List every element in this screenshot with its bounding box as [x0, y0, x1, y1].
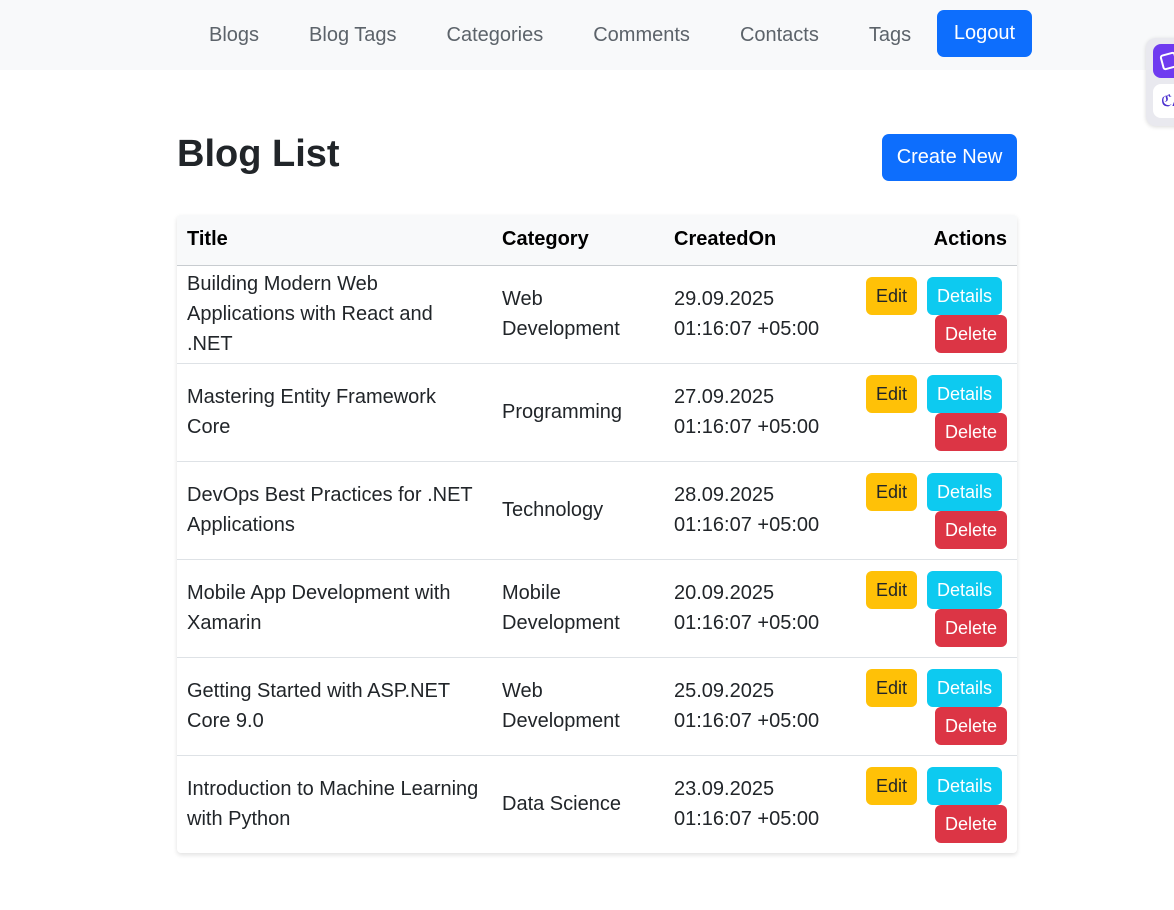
cell-actions: Edit Details Delete	[844, 265, 1017, 363]
cell-title: Getting Started with ASP.NET Core 9.0	[187, 680, 450, 732]
table-row: Introduction to Machine Learning with Py…	[177, 755, 1017, 853]
cell-category: Data Science	[502, 793, 621, 815]
delete-button[interactable]: Delete	[935, 706, 1007, 745]
browser-extension-widget: ℭA	[1146, 38, 1174, 126]
cell-created-on: 20.09.2025 01:16:07 +05:00	[674, 582, 820, 634]
column-header-created-on: CreatedOn	[674, 228, 777, 251]
details-button[interactable]: Details	[927, 668, 1002, 707]
nav-link-tags[interactable]: Tags	[844, 24, 936, 47]
table-header-row: Title Category CreatedOn Actions	[177, 215, 1017, 265]
delete-button[interactable]: Delete	[935, 608, 1007, 647]
edit-button[interactable]: Edit	[866, 276, 917, 315]
cell-created-on: 29.09.2025 01:16:07 +05:00	[674, 288, 820, 340]
blog-table-container: Title Category CreatedOn Actions Buildin…	[177, 215, 1017, 853]
table-row: Mastering Entity Framework Core Programm…	[177, 363, 1017, 461]
blog-table: Title Category CreatedOn Actions Buildin…	[177, 215, 1017, 853]
cell-created-on: 27.09.2025 01:16:07 +05:00	[674, 386, 820, 438]
edit-button[interactable]: Edit	[866, 766, 917, 805]
cell-title: Building Modern Web Applications with Re…	[187, 273, 433, 355]
edit-button[interactable]: Edit	[866, 668, 917, 707]
details-button[interactable]: Details	[927, 276, 1002, 315]
details-button[interactable]: Details	[927, 766, 1002, 805]
cell-title: Introduction to Machine Learning with Py…	[187, 778, 479, 830]
details-button[interactable]: Details	[927, 374, 1002, 413]
cell-actions: Edit Details Delete	[844, 755, 1017, 853]
edit-button[interactable]: Edit	[866, 374, 917, 413]
edit-button[interactable]: Edit	[866, 472, 917, 511]
cell-actions: Edit Details Delete	[844, 461, 1017, 559]
nav-link-comments[interactable]: Comments	[568, 24, 715, 47]
cell-title: Mastering Entity Framework Core	[187, 386, 436, 438]
details-button[interactable]: Details	[927, 472, 1002, 511]
column-header-actions: Actions	[933, 228, 1007, 251]
details-button[interactable]: Details	[927, 570, 1002, 609]
cell-actions: Edit Details Delete	[844, 363, 1017, 461]
nav-link-categories[interactable]: Categories	[422, 24, 569, 47]
nav-link-blogs[interactable]: Blogs	[184, 24, 284, 47]
delete-button[interactable]: Delete	[935, 314, 1007, 353]
table-row: DevOps Best Practices for .NET Applicati…	[177, 461, 1017, 559]
top-navbar: Blogs Blog Tags Categories Comments Cont…	[0, 0, 1174, 70]
cell-title: Mobile App Development with Xamarin	[187, 582, 451, 634]
cell-created-on: 25.09.2025 01:16:07 +05:00	[674, 680, 820, 732]
table-row: Building Modern Web Applications with Re…	[177, 265, 1017, 363]
delete-button[interactable]: Delete	[935, 510, 1007, 549]
cell-category: Web Development	[502, 288, 620, 340]
nav-link-contacts[interactable]: Contacts	[715, 24, 844, 47]
cell-title: DevOps Best Practices for .NET Applicati…	[187, 484, 473, 536]
language-extension-icon[interactable]: ℭA	[1153, 84, 1174, 118]
cell-actions: Edit Details Delete	[844, 559, 1017, 657]
cell-category: Mobile Development	[502, 582, 620, 634]
delete-button[interactable]: Delete	[935, 412, 1007, 451]
column-header-title: Title	[187, 228, 228, 251]
table-row: Getting Started with ASP.NET Core 9.0 We…	[177, 657, 1017, 755]
translate-extension-icon[interactable]	[1153, 44, 1174, 78]
nav-link-blog-tags[interactable]: Blog Tags	[284, 24, 421, 47]
page-title: Blog List	[177, 133, 340, 175]
delete-button[interactable]: Delete	[935, 804, 1007, 843]
cell-category: Web Development	[502, 680, 620, 732]
cell-category: Technology	[502, 499, 604, 521]
create-new-button[interactable]: Create New	[882, 134, 1017, 181]
cell-actions: Edit Details Delete	[844, 657, 1017, 755]
column-header-category: Category	[502, 228, 589, 251]
logout-button[interactable]: Logout	[937, 10, 1032, 57]
cell-created-on: 23.09.2025 01:16:07 +05:00	[674, 778, 820, 830]
cell-category: Programming	[502, 401, 623, 423]
cell-created-on: 28.09.2025 01:16:07 +05:00	[674, 484, 820, 536]
table-row: Mobile App Development with Xamarin Mobi…	[177, 559, 1017, 657]
edit-button[interactable]: Edit	[866, 570, 917, 609]
nav-links: Blogs Blog Tags Categories Comments Cont…	[184, 0, 936, 70]
